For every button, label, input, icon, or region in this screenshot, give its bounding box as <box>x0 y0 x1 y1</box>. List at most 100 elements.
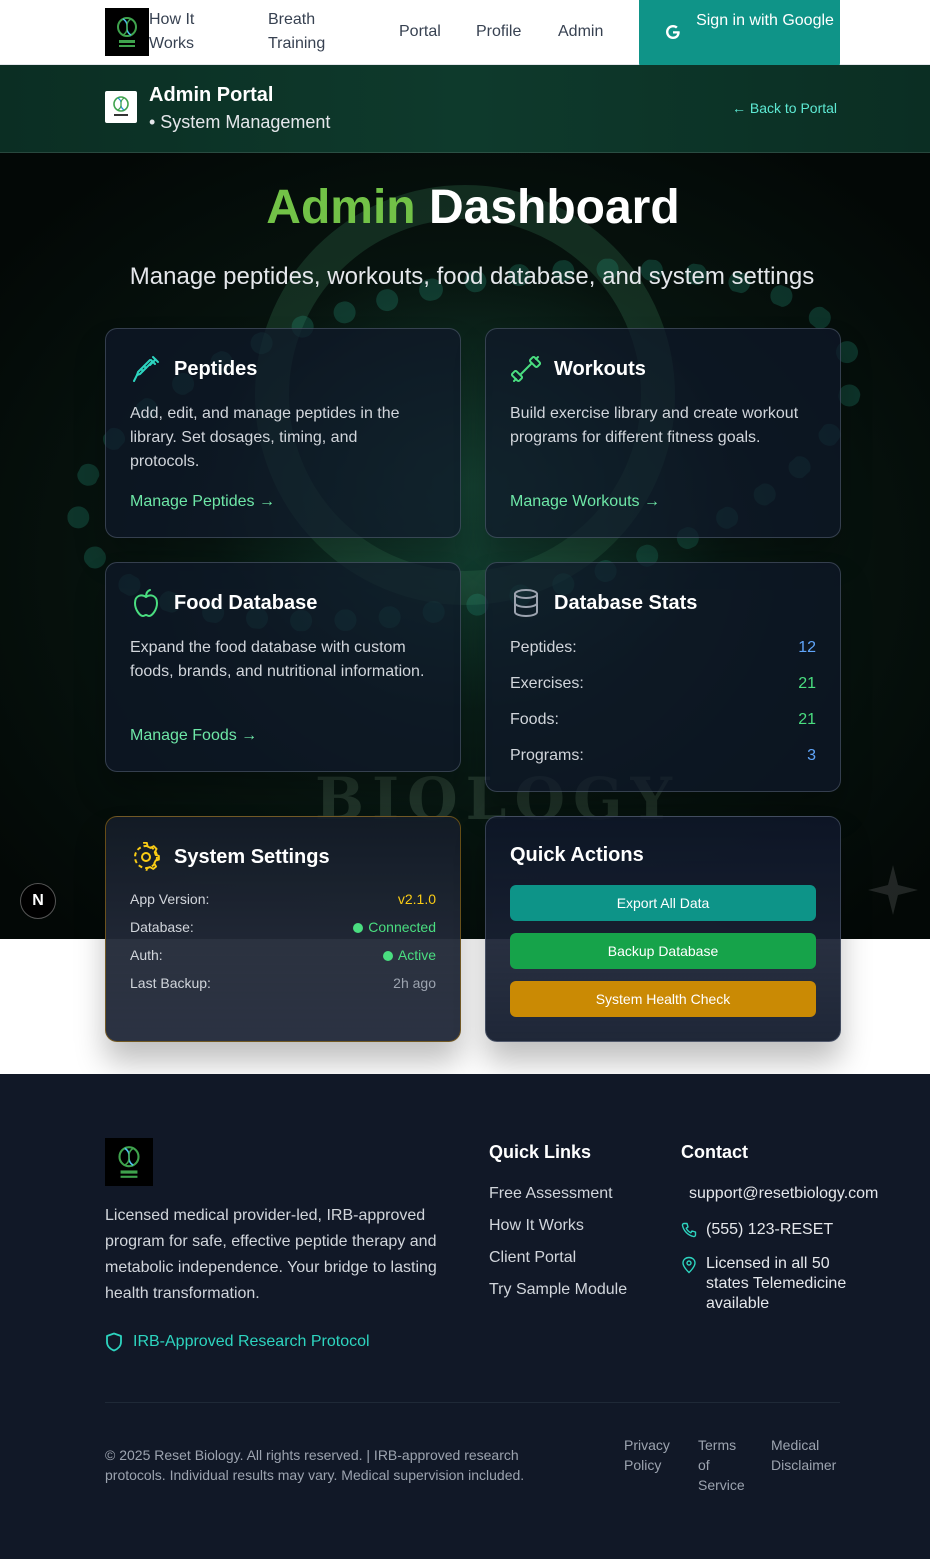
signin-label: Sign in with Google <box>696 12 834 29</box>
admin-portal-header: Admin Portal • System Management ← Back … <box>0 65 930 153</box>
stat-label: Exercises: <box>510 675 584 692</box>
quick-actions-title: Quick Actions <box>510 844 644 866</box>
contact-email-text: support@resetbiology.com <box>689 1185 879 1202</box>
contact-phone-text: (555) 123-RESET <box>706 1221 834 1238</box>
nav-portal[interactable]: Portal <box>399 20 441 44</box>
system-health-check-button[interactable]: System Health Check <box>510 981 816 1017</box>
nav-breath-training[interactable]: Breath Training <box>268 8 358 56</box>
food-database-card[interactable]: Food Database Expand the food database w… <box>105 562 461 772</box>
setting-row-backup: Last Backup: 2h ago <box>130 973 436 993</box>
nav-admin[interactable]: Admin <box>558 20 603 44</box>
nav-profile[interactable]: Profile <box>476 20 521 44</box>
shield-icon <box>106 1332 122 1352</box>
syringe-icon <box>130 353 162 385</box>
google-signin-button[interactable]: Sign in with Google <box>639 0 840 69</box>
export-all-data-button[interactable]: Export All Data <box>510 885 816 921</box>
footer-link-sample-module[interactable]: Try Sample Module <box>489 1278 627 1302</box>
irb-badge[interactable]: IRB-Approved Research Protocol <box>105 1330 370 1354</box>
stat-value: 12 <box>798 639 816 656</box>
next-dev-badge[interactable]: N <box>20 883 56 919</box>
footer-logo[interactable] <box>105 1138 153 1186</box>
page-subtitle: Manage peptides, workouts, food database… <box>129 263 815 290</box>
contact-heading: Contact <box>681 1142 748 1162</box>
peptides-title: Peptides <box>174 358 258 380</box>
workouts-desc: Build exercise library and create workou… <box>510 405 799 446</box>
terms-of-service-link[interactable]: Terms of Service <box>698 1435 748 1495</box>
phone-icon <box>681 1222 697 1238</box>
gear-icon <box>130 841 162 873</box>
footer-link-free-assessment[interactable]: Free Assessment <box>489 1182 613 1206</box>
peptides-card[interactable]: Peptides Add, edit, and manage peptides … <box>105 328 461 538</box>
setting-row-version: App Version: v2.1.0 <box>130 889 436 909</box>
footer-link-client-portal[interactable]: Client Portal <box>489 1246 576 1270</box>
nav-how-it-works[interactable]: How It Works <box>149 8 229 56</box>
footer-divider <box>105 1402 840 1403</box>
workouts-title: Workouts <box>554 358 646 380</box>
setting-label: App Version: <box>130 891 210 907</box>
manage-peptides-link[interactable]: Manage Peptides → <box>130 490 275 514</box>
setting-label: Auth: <box>130 947 163 963</box>
dumbbell-icon <box>510 353 542 385</box>
stat-value: 3 <box>807 747 816 764</box>
food-database-desc: Expand the food database with custom foo… <box>130 639 425 680</box>
system-settings-title: System Settings <box>174 846 330 868</box>
dna-logo-icon <box>118 1146 140 1178</box>
dna-logo-icon <box>117 17 137 47</box>
setting-value: Active <box>397 947 436 963</box>
stat-label: Programs: <box>510 747 584 764</box>
database-stats-title: Database Stats <box>554 592 698 614</box>
database-stats-card: Database Stats Peptides: 12 Exercises: 2… <box>485 562 841 792</box>
peptides-desc: Add, edit, and manage peptides in the li… <box>130 405 400 470</box>
back-to-portal-link[interactable]: ← Back to Portal <box>732 98 837 118</box>
backup-database-button[interactable]: Backup Database <box>510 933 816 969</box>
stat-row-peptides: Peptides: 12 <box>510 636 816 660</box>
manage-workouts-link[interactable]: Manage Workouts → <box>510 490 660 514</box>
manage-foods-link[interactable]: Manage Foods → <box>130 724 257 748</box>
contact-email[interactable]: support@resetbiology.com <box>689 1184 878 1204</box>
portal-title: Admin Portal <box>149 84 274 106</box>
database-icon <box>510 587 542 619</box>
status-dot-icon <box>382 951 393 961</box>
privacy-policy-link[interactable]: Privacy Policy <box>624 1435 679 1475</box>
workouts-card[interactable]: Workouts Build exercise library and crea… <box>485 328 841 538</box>
system-settings-card: System Settings App Version: v2.1.0 Data… <box>105 816 461 1042</box>
medical-disclaimer-link[interactable]: Medical Disclaimer <box>771 1435 843 1475</box>
footer-link-how-it-works[interactable]: How It Works <box>489 1214 584 1238</box>
portal-subtitle: • System Management <box>149 112 331 132</box>
stat-value: 21 <box>798 711 816 728</box>
setting-row-auth: Auth: Active <box>130 945 436 965</box>
sparkle-icon <box>868 865 918 915</box>
setting-status: Connected <box>353 917 436 937</box>
footer-description: Licensed medical provider-led, IRB-appro… <box>105 1207 437 1302</box>
map-pin-icon <box>682 1256 696 1274</box>
top-navbar: How It Works Breath Training Portal Prof… <box>0 0 930 69</box>
quick-actions-card: Quick Actions Export All Data Backup Dat… <box>485 816 841 1042</box>
portal-logo <box>105 91 137 123</box>
google-icon <box>666 25 680 39</box>
food-database-title: Food Database <box>174 592 318 614</box>
copyright-text: © 2025 Reset Biology. All rights reserve… <box>105 1447 525 1483</box>
dna-logo-icon <box>113 96 129 116</box>
stat-value: 21 <box>798 675 816 692</box>
setting-value: v2.1.0 <box>397 891 436 907</box>
contact-location: Licensed in all 50 states Telemedicine a… <box>681 1254 851 1314</box>
title-accent: Admin <box>266 181 416 234</box>
stat-row-foods: Foods: 21 <box>510 708 816 732</box>
stat-row-exercises: Exercises: 21 <box>510 672 816 696</box>
stat-label: Foods: <box>510 711 559 728</box>
setting-value: Connected <box>368 919 436 935</box>
contact-phone[interactable]: (555) 123-RESET <box>681 1220 833 1240</box>
footer: Licensed medical provider-led, IRB-appro… <box>0 1074 930 1559</box>
page-title: Admin Dashboard <box>0 178 930 238</box>
quick-links-heading: Quick Links <box>489 1142 592 1162</box>
title-rest: Dashboard <box>428 181 680 234</box>
status-dot-icon <box>353 923 364 933</box>
brand-logo[interactable] <box>105 8 149 56</box>
setting-label: Database: <box>130 919 194 935</box>
setting-row-database: Database: Connected <box>130 917 436 937</box>
stat-row-programs: Programs: 3 <box>510 744 816 768</box>
apple-icon <box>130 587 162 619</box>
setting-status: Active <box>382 945 436 965</box>
setting-label: Last Backup: <box>130 975 211 991</box>
setting-value: 2h ago <box>393 975 436 991</box>
